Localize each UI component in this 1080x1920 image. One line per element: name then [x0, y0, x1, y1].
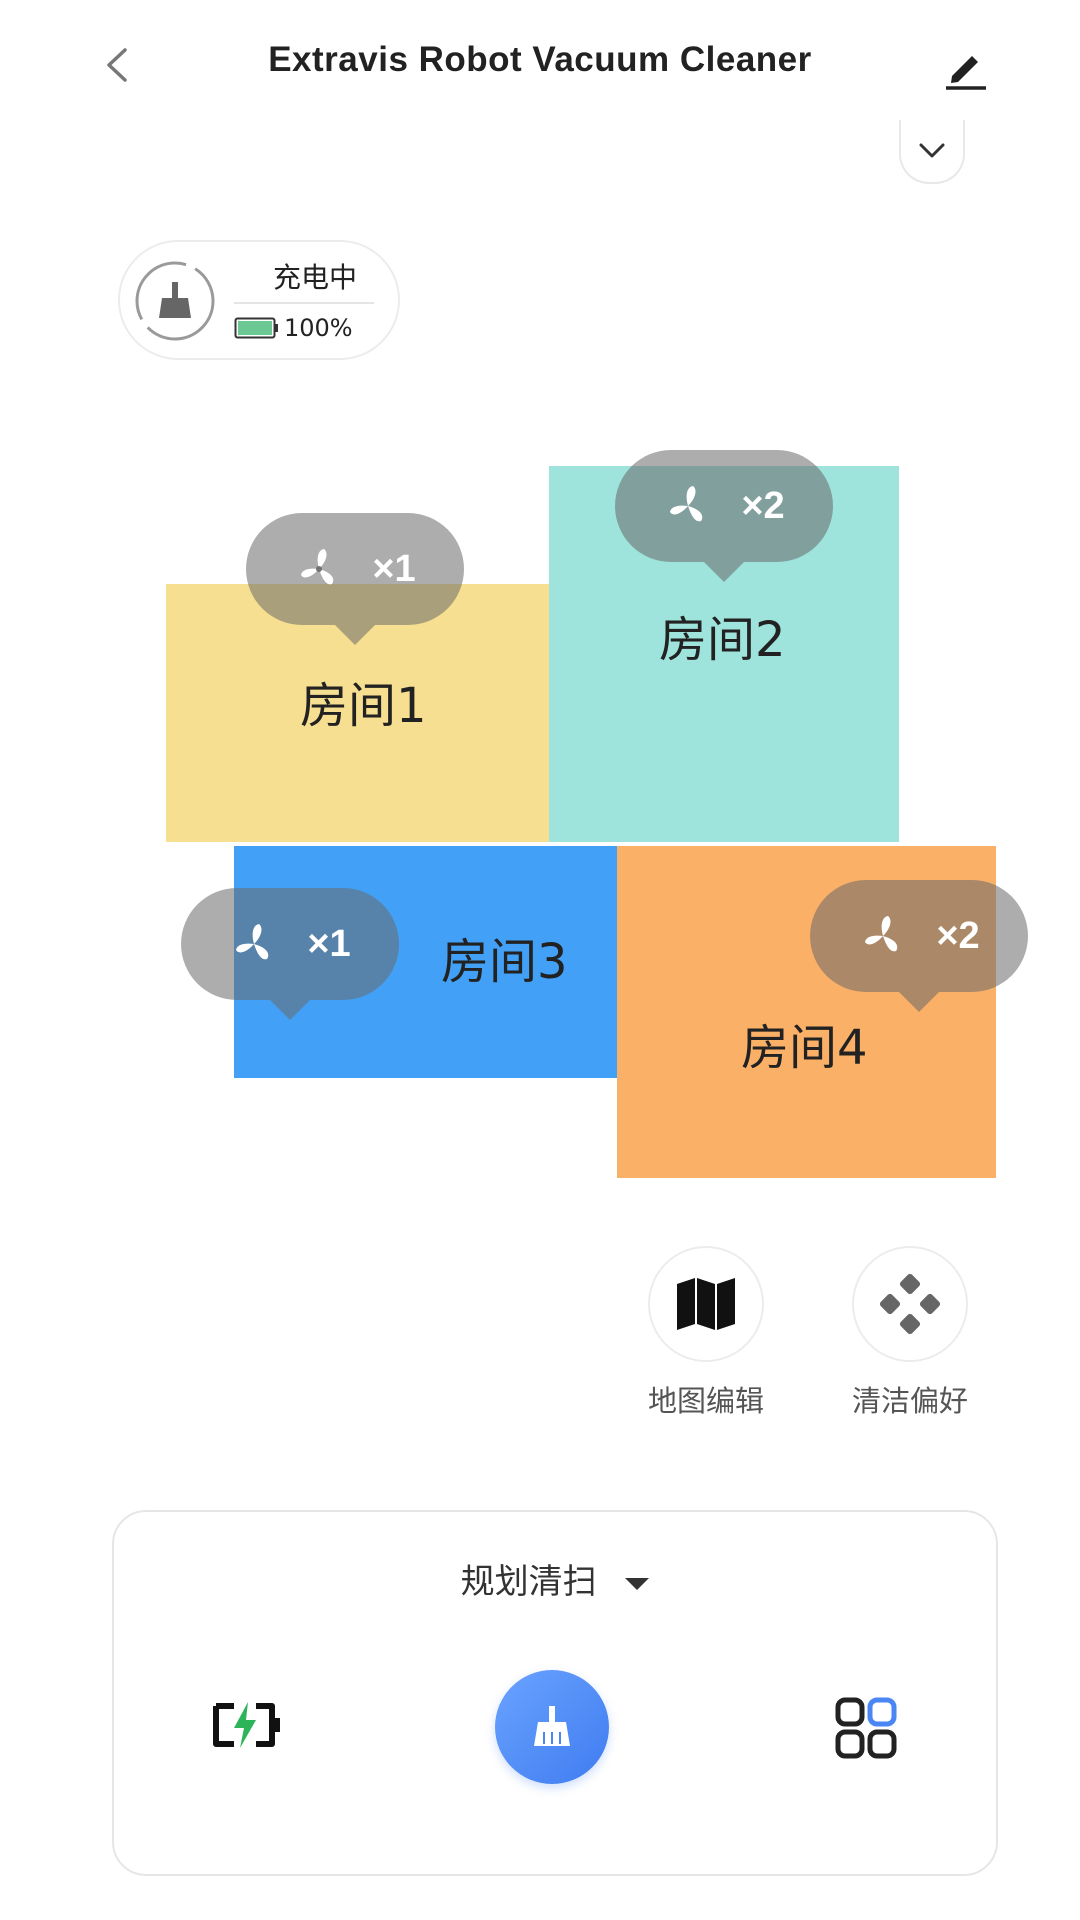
- room-3-label: 房间3: [441, 934, 568, 990]
- map-edit-button[interactable]: 地图编辑: [636, 1246, 776, 1420]
- broom-icon: [135, 261, 215, 341]
- app-screen: Extravis Robot Vacuum Cleaner 充电中 100% 房…: [0, 0, 1080, 1920]
- fan-icon: [301, 549, 334, 585]
- map-icon: [677, 1278, 735, 1330]
- clean-preference-circle: [852, 1246, 968, 1362]
- pencil-icon: [946, 56, 986, 90]
- caret-down-icon: [625, 1577, 650, 1590]
- chevron-down-icon: [919, 143, 945, 158]
- room-1-label: 房间1: [300, 678, 427, 734]
- badge-pointer: [270, 1000, 310, 1020]
- room-1-suction-badge[interactable]: ×1: [246, 513, 464, 645]
- room-3-suction-badge[interactable]: ×1: [181, 888, 399, 1020]
- battery-icon: [234, 317, 278, 339]
- more-modes-button[interactable]: [834, 1696, 898, 1760]
- battery-charging-icon: [213, 1702, 280, 1748]
- room-3-suction-level: ×1: [307, 922, 351, 965]
- room-4-suction-badge[interactable]: ×2: [810, 880, 1028, 1012]
- room-1-suction-level: ×1: [372, 547, 416, 590]
- charging-status-text: 充电中: [272, 261, 357, 294]
- battery-row: 100%: [234, 314, 353, 342]
- room-4-label: 房间4: [741, 1020, 868, 1076]
- room-2-suction-badge[interactable]: ×2: [615, 450, 833, 582]
- map-edit-circle: [648, 1246, 764, 1362]
- recharge-button[interactable]: [212, 1700, 282, 1750]
- cleaning-mode-selector[interactable]: 规划清扫: [114, 1554, 996, 1603]
- broom-icon: [534, 1706, 570, 1746]
- robot-status-pill[interactable]: 充电中 100%: [118, 240, 400, 360]
- room-2-label: 房间2: [659, 612, 786, 668]
- fan-icon: [865, 916, 898, 952]
- map-dropdown-toggle[interactable]: [899, 120, 965, 184]
- badge-pointer: [704, 562, 744, 582]
- edit-button[interactable]: [940, 42, 992, 94]
- apps-grid-icon: [835, 1697, 897, 1759]
- clean-preference-label: 清洁偏好: [851, 1384, 968, 1418]
- badge-pointer: [335, 625, 375, 645]
- page-title: Extravis Robot Vacuum Cleaner: [268, 40, 812, 79]
- map-edit-label: 地图编辑: [647, 1384, 764, 1418]
- diamond-grid-icon: [879, 1273, 941, 1335]
- room-4-suction-level: ×2: [936, 914, 980, 957]
- control-panel: 规划清扫: [112, 1510, 998, 1876]
- start-cleaning-button[interactable]: [495, 1670, 609, 1784]
- battery-percentage: 100%: [284, 314, 353, 342]
- fan-icon: [670, 486, 703, 522]
- status-divider: [234, 302, 374, 304]
- badge-pointer: [899, 992, 939, 1012]
- fan-icon: [236, 924, 269, 960]
- clean-preference-button[interactable]: 清洁偏好: [840, 1246, 980, 1420]
- room-2-suction-level: ×2: [741, 484, 785, 527]
- cleaning-mode-label: 规划清扫: [460, 1562, 597, 1602]
